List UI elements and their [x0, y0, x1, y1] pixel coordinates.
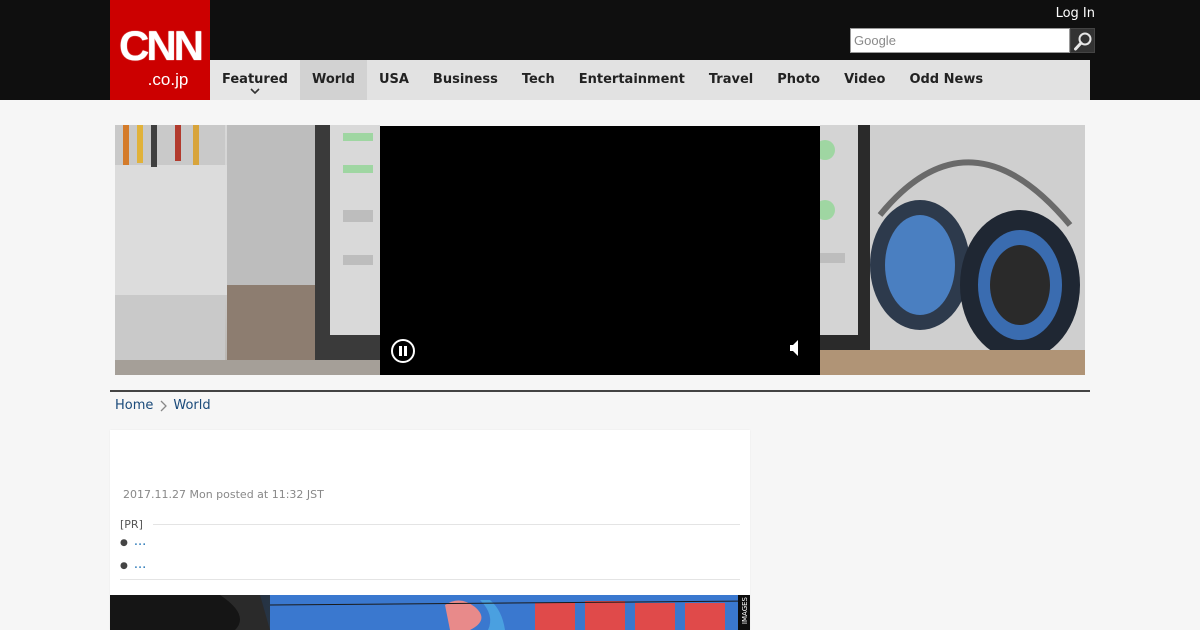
pr-bottom-divider	[120, 579, 740, 580]
nav-item-video[interactable]: Video	[832, 60, 897, 100]
nav-label: Featured	[222, 72, 288, 87]
logo-text: CNN	[119, 22, 204, 69]
video-player[interactable]	[380, 126, 820, 375]
nav-label: Photo	[777, 72, 821, 87]
pr-link[interactable]: ...	[134, 534, 146, 549]
pr-label: [PR]	[120, 517, 143, 531]
search-icon	[1073, 32, 1091, 50]
bullet-icon: ●	[120, 538, 128, 548]
section-divider	[110, 390, 1090, 392]
login-link[interactable]: Log In	[1056, 6, 1095, 21]
nav-item-tech[interactable]: Tech	[510, 60, 567, 100]
nav-label: World	[311, 72, 355, 87]
pr-link[interactable]: ...	[134, 557, 146, 572]
nav-label: Tech	[521, 72, 555, 87]
chevron-right-icon	[159, 400, 168, 412]
nav-label: Video	[844, 72, 886, 87]
video-banner	[115, 125, 1085, 375]
pr-header: [PR]	[120, 517, 740, 531]
nav-item-travel[interactable]: Travel	[697, 60, 765, 100]
nav-item-featured[interactable]: Featured	[210, 60, 300, 100]
pr-link-item: ●...	[120, 534, 146, 549]
bullet-icon: ●	[120, 561, 128, 571]
mute-button[interactable]	[788, 338, 802, 362]
nav-label: USA	[378, 72, 409, 87]
nav-label: Odd News	[909, 72, 984, 87]
search-button[interactable]	[1070, 28, 1095, 53]
backdrop-left-art	[115, 125, 380, 375]
nav-item-business[interactable]: Business	[421, 60, 510, 100]
pause-button[interactable]	[390, 338, 416, 368]
breadcrumb-world[interactable]: World	[173, 398, 210, 413]
pr-divider	[152, 523, 740, 525]
nav-item-photo[interactable]: Photo	[765, 60, 832, 100]
video-backdrop-left	[115, 125, 380, 375]
video-backdrop-right	[815, 125, 1085, 375]
pr-link-item: ●...	[120, 557, 146, 572]
pause-icon	[391, 339, 415, 363]
article-photo: IMAGES	[110, 595, 750, 630]
cnn-logo[interactable]: CNN .co.jp	[110, 0, 210, 100]
breadcrumb-home[interactable]: Home	[115, 398, 153, 413]
breadcrumb: Home World	[115, 398, 211, 413]
nav-item-usa[interactable]: USA	[367, 60, 421, 100]
search-input[interactable]	[850, 28, 1070, 53]
nav-item-world[interactable]: World	[299, 60, 367, 100]
chevron-down-icon	[250, 88, 260, 94]
logo-subtext: .co.jp	[147, 70, 189, 89]
photo-credit: IMAGES	[741, 597, 749, 625]
nav-label: Business	[432, 72, 498, 87]
nav-item-entertainment[interactable]: Entertainment	[567, 60, 697, 100]
post-date: 2017.11.27 Mon posted at 11:32 JST	[123, 488, 324, 501]
nav-label: Entertainment	[578, 72, 685, 87]
nav-item-odd-news[interactable]: Odd News	[897, 60, 995, 100]
main-nav: Featured World USA Business Tech Enterta…	[210, 60, 1090, 100]
backdrop-right-art	[815, 125, 1085, 375]
nav-label: Travel	[708, 72, 754, 87]
photo-art	[110, 595, 750, 630]
speaker-muted-icon	[790, 340, 798, 356]
